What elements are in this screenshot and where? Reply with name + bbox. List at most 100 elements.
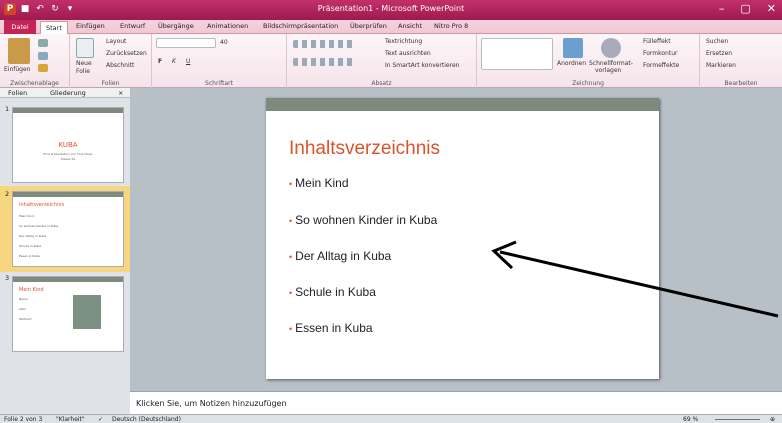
close-pane-icon[interactable]: ×: [118, 89, 123, 97]
maximize-icon[interactable]: ▢: [740, 2, 750, 15]
group-absatz: Textrichtung Text ausrichten In SmartArt…: [287, 34, 477, 88]
shape-outline-button[interactable]: Formkontur: [643, 50, 677, 57]
bullet-dot: •: [289, 179, 293, 189]
section-button[interactable]: Abschnitt: [106, 62, 134, 69]
tab-einfuegen[interactable]: Einfügen: [76, 22, 105, 30]
status-bar: Folie 2 von 3 "Klarheit" ✓ Deutsch (Deut…: [0, 414, 782, 423]
bullet-item[interactable]: • Der Alltag in Kuba: [289, 249, 391, 263]
paste-icon[interactable]: [8, 38, 30, 64]
copy-icon[interactable]: [38, 52, 48, 60]
slides-pane: Folien Gliederung × 1 KUBA Eine Präsenta…: [0, 88, 130, 414]
underline-button[interactable]: U: [186, 58, 190, 65]
replace-button[interactable]: Ersetzen: [706, 50, 732, 57]
bullet-dot: •: [289, 216, 293, 226]
bullet-text: So wohnen Kinder in Kuba: [295, 213, 438, 227]
current-slide[interactable]: Inhaltsverzeichnis • Mein Kind • So wohnen…: [266, 98, 659, 379]
arrange-button[interactable]: Anordnen: [557, 60, 586, 67]
minimize-icon[interactable]: –: [719, 2, 725, 15]
group-label: Folien: [101, 80, 120, 87]
bullet-dot: •: [289, 252, 293, 262]
thumb-title: KUBA: [58, 141, 78, 149]
thumb-item: Der Alltag in Kuba: [19, 234, 47, 238]
new-slide-label[interactable]: Neue: [76, 60, 92, 67]
shape-effects-button[interactable]: Formeffekte: [643, 62, 679, 69]
thumb-item: Alter: [19, 307, 27, 311]
group-folien: Neue Folie Layout Zurücksetzen Abschnitt…: [70, 34, 152, 88]
tab-bildschirmpraesentation[interactable]: Bildschirmpräsentation: [263, 22, 338, 30]
slide-header-bar: [266, 98, 659, 111]
quick-styles-icon[interactable]: [601, 38, 621, 58]
theme-name: "Klarheit": [56, 416, 85, 423]
zoom-slider[interactable]: [715, 419, 760, 420]
tab-start[interactable]: Start: [40, 21, 68, 34]
text-direction-button[interactable]: Textrichtung: [385, 38, 422, 45]
font-name-field[interactable]: [156, 38, 216, 48]
align-text-button[interactable]: Text ausrichten: [385, 50, 431, 57]
quick-styles-sub[interactable]: vorlagen: [595, 67, 621, 74]
bullet-text: Mein Kind: [295, 176, 349, 190]
slide-thumbnail-1[interactable]: KUBA Eine Präsentation von Tina Maier Kl…: [12, 107, 124, 183]
layout-button[interactable]: Layout: [106, 38, 126, 45]
font-size-field[interactable]: 40: [220, 39, 228, 46]
paste-button[interactable]: Einfügen: [4, 66, 30, 73]
tab-entwurf[interactable]: Entwurf: [120, 22, 145, 30]
bullet-text: Essen in Kuba: [295, 321, 373, 335]
format-painter-icon[interactable]: [38, 64, 48, 72]
select-button[interactable]: Markieren: [706, 62, 736, 69]
group-label: Zeichnung: [572, 80, 604, 87]
bullet-item[interactable]: • Schule in Kuba: [289, 285, 376, 299]
slide-thumbnail-3[interactable]: Mein Kind Name Alter Wohnort: [12, 276, 124, 352]
reset-button[interactable]: Zurücksetzen: [106, 50, 147, 57]
tab-nitro[interactable]: Nitro Pro 8: [434, 22, 468, 30]
slide-thumbnail-2[interactable]: Inhaltsverzeichnis Mein Kind So wohnen K…: [12, 191, 124, 267]
cut-icon[interactable]: [38, 39, 48, 47]
bullet-text: Schule in Kuba: [295, 285, 376, 299]
bullet-item[interactable]: • Essen in Kuba: [289, 321, 373, 335]
italic-button[interactable]: K: [172, 58, 176, 65]
bullet-item[interactable]: • So wohnen Kinder in Kuba: [289, 213, 437, 227]
zoom-level[interactable]: 69 %: [683, 416, 698, 423]
new-slide-sub[interactable]: Folie: [76, 68, 90, 75]
notes-placeholder: Klicken Sie, um Notizen hinzuzufügen: [136, 399, 287, 408]
new-slide-icon[interactable]: [76, 38, 94, 58]
fit-window-icon[interactable]: ⊕: [770, 416, 775, 423]
notes-pane[interactable]: Klicken Sie, um Notizen hinzuzufügen: [130, 391, 782, 414]
close-icon[interactable]: ✕: [767, 2, 776, 15]
ribbon-tabs: Datei Start Einfügen Entwurf Übergänge A…: [0, 20, 782, 34]
spellcheck-icon[interactable]: ✓: [98, 416, 103, 423]
slide-title[interactable]: Inhaltsverzeichnis: [289, 138, 440, 160]
bullet-item[interactable]: • Mein Kind: [289, 176, 349, 190]
arrange-icon[interactable]: [563, 38, 583, 58]
group-bearbeiten: Suchen Ersetzen Markieren Bearbeiten: [700, 34, 782, 88]
thumbnail-row-selected: 2 Inhaltsverzeichnis Mein Kind So wohnen…: [0, 186, 130, 272]
thumb-item: Essen in Kuba: [19, 254, 40, 258]
shapes-gallery[interactable]: [481, 38, 553, 70]
thumb-subtitle: Klasse 3a: [60, 157, 76, 161]
thumbnail-row: 3 Mein Kind Name Alter Wohnort: [0, 274, 130, 356]
slide-editor: Inhaltsverzeichnis • Mein Kind • So wohnen…: [130, 88, 782, 391]
tab-gliederung[interactable]: Gliederung: [50, 89, 86, 97]
align-icons[interactable]: [293, 58, 353, 66]
title-bar: P ■ ↶ ↻ ▾ Präsentation1 - Microsoft Powe…: [0, 0, 782, 20]
shape-fill-button[interactable]: Fülleffekt: [643, 38, 671, 45]
tab-ansicht[interactable]: Ansicht: [398, 22, 422, 30]
tab-animationen[interactable]: Animationen: [207, 22, 248, 30]
quick-styles-button[interactable]: Schnellformat-: [589, 60, 633, 67]
thumb-item: Name: [19, 297, 28, 301]
group-schriftart: 40 F K U Schriftart: [152, 34, 287, 88]
tab-ueberpruefen[interactable]: Überprüfen: [350, 22, 387, 30]
list-icons[interactable]: [293, 40, 353, 48]
slide-number: 3: [5, 274, 10, 282]
bullet-dot: •: [289, 288, 293, 298]
language[interactable]: Deutsch (Deutschland): [112, 416, 181, 423]
tab-folien[interactable]: Folien: [8, 89, 27, 97]
smartart-button[interactable]: In SmartArt konvertieren: [385, 62, 459, 69]
tab-datei[interactable]: Datei: [4, 20, 36, 34]
find-button[interactable]: Suchen: [706, 38, 728, 45]
bold-button[interactable]: F: [158, 58, 162, 65]
bullet-dot: •: [289, 324, 293, 334]
tab-uebergaenge[interactable]: Übergänge: [158, 22, 194, 30]
bullet-text: Der Alltag in Kuba: [295, 249, 392, 263]
window-title: Präsentation1 - Microsoft PowerPoint: [317, 4, 465, 13]
group-label: Bearbeiten: [724, 80, 758, 87]
